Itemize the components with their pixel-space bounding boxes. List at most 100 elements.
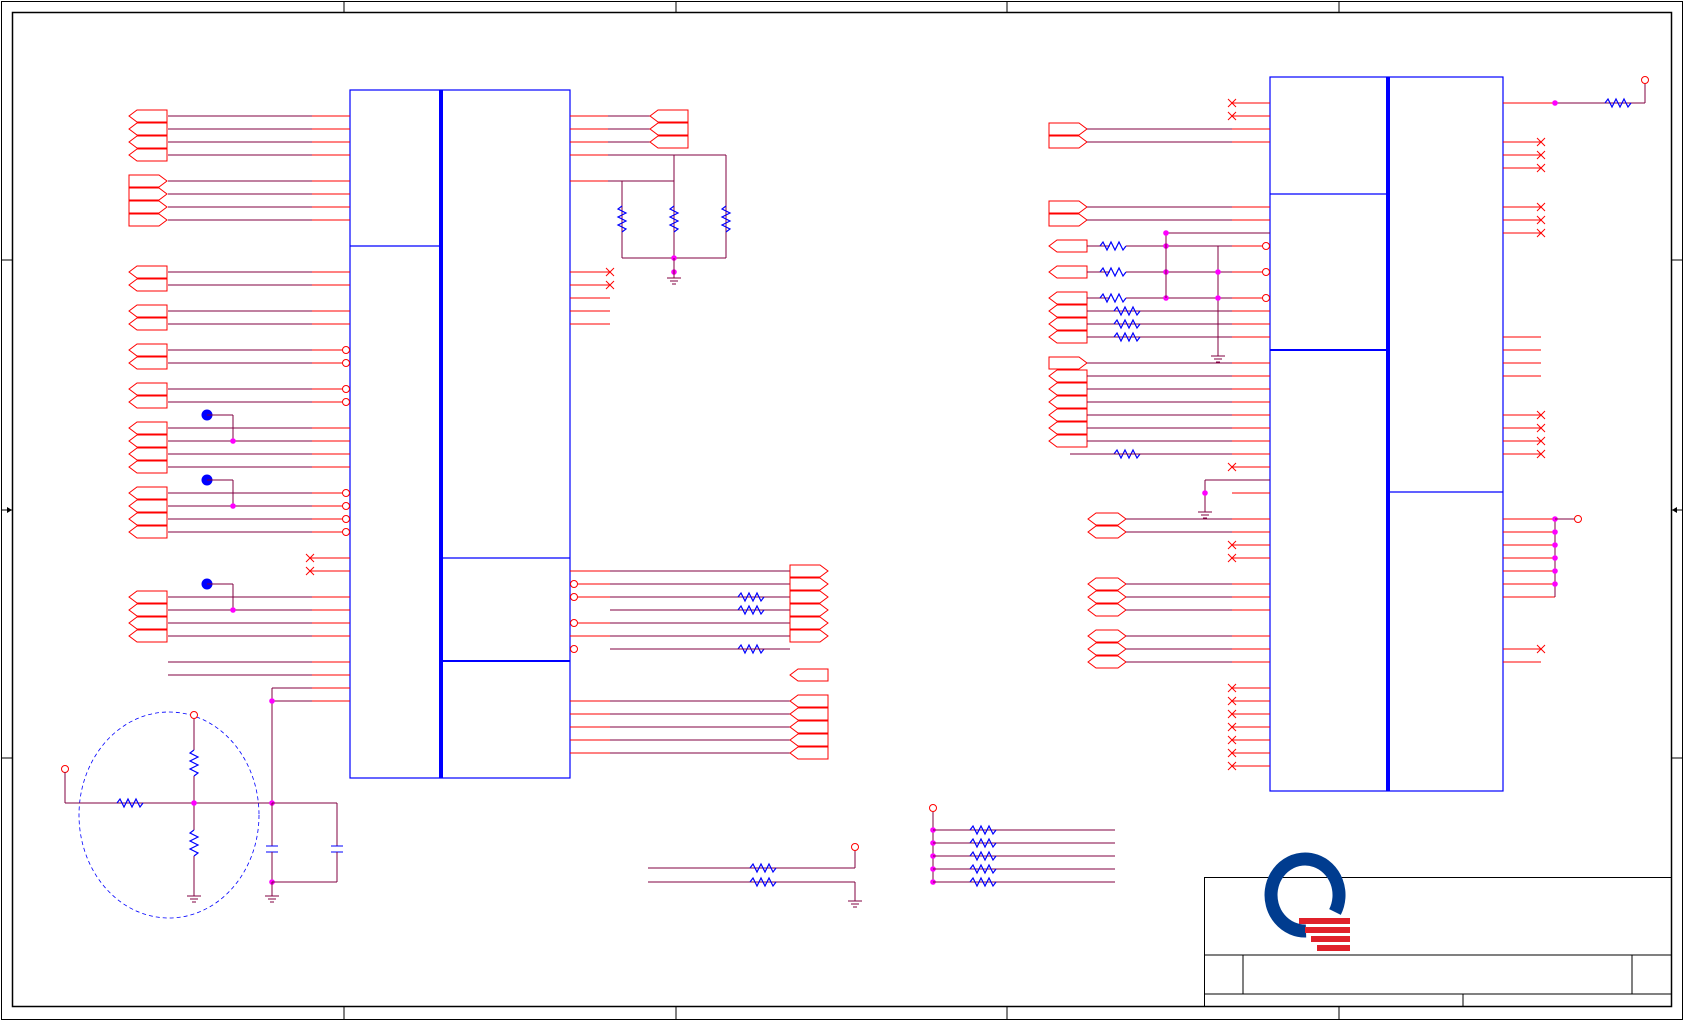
test-point: [342, 528, 350, 536]
junction-dot: [1202, 490, 1208, 496]
offpage-connector: [128, 356, 168, 370]
offpage-connector: [128, 525, 168, 539]
voltage-divider-callout: [78, 711, 260, 919]
junction-dot: [1552, 100, 1558, 106]
test-point: [342, 385, 350, 393]
offpage-connector: [1087, 525, 1127, 539]
offpage-connector: [128, 434, 168, 448]
junction-dot: [230, 438, 236, 444]
left-ic-nets: [128, 109, 829, 805]
test-point: [570, 619, 578, 627]
offpage-connector: [128, 447, 168, 461]
offpage-connector: [1087, 642, 1127, 656]
offpage-connector: [1048, 135, 1088, 149]
junction-dot: [1552, 568, 1558, 574]
junction-dot: [1552, 542, 1558, 548]
offpage-connector: [128, 486, 168, 500]
offpage-connector: [789, 707, 829, 721]
left-ic-symbol[interactable]: [349, 89, 571, 779]
offpage-connector: [1048, 213, 1088, 227]
test-point: [342, 489, 350, 497]
offpage-connector: [1048, 317, 1088, 331]
offpage-connector: [128, 616, 168, 630]
offpage-connector: [789, 564, 829, 578]
offpage-connector: [1048, 122, 1088, 136]
offpage-connector: [649, 122, 689, 136]
offpage-connector: [128, 460, 168, 474]
junction-dot: [191, 800, 197, 806]
test-point: [1641, 76, 1649, 84]
offpage-connector: [128, 109, 168, 123]
offpage-connector: [128, 187, 168, 201]
test-point: [1262, 294, 1270, 302]
junction-dot: [1552, 581, 1558, 587]
test-point: [342, 398, 350, 406]
offpage-connector: [1048, 304, 1088, 318]
offpage-connector: [128, 278, 168, 292]
right-ic-symbol[interactable]: [1269, 76, 1504, 792]
test-point: [1262, 242, 1270, 250]
offpage-connector: [1087, 590, 1127, 604]
zone-arrow-left-icon: [2, 507, 12, 513]
offpage-connector: [1048, 395, 1088, 409]
offpage-connector: [789, 746, 829, 760]
offpage-connector: [128, 629, 168, 643]
quanta-logo-icon: [1264, 852, 1350, 951]
offpage-connector: [1048, 382, 1088, 396]
right-ic-nets: [1048, 76, 1649, 771]
junction-dot: [1215, 269, 1221, 275]
offpage-connector: [789, 603, 829, 617]
offpage-connector: [1048, 265, 1088, 279]
test-point: [570, 593, 578, 601]
offpage-connector: [789, 733, 829, 747]
offpage-connector: [649, 109, 689, 123]
offpage-connector: [649, 135, 689, 149]
ground-symbol: [1210, 349, 1226, 363]
offpage-connector: [1048, 330, 1088, 344]
offpage-connector: [1087, 655, 1127, 669]
offpage-connector: [128, 421, 168, 435]
offpage-connector: [128, 603, 168, 617]
junction-dot: [1552, 529, 1558, 535]
offpage-connector: [128, 590, 168, 604]
junction-dot: [1163, 230, 1169, 236]
ground-symbol: [186, 889, 202, 903]
test-point: [1574, 515, 1582, 523]
offpage-connector: [789, 590, 829, 604]
offpage-connector: [128, 213, 168, 227]
test-point: [190, 711, 198, 719]
offpage-connector: [1087, 629, 1127, 643]
offpage-connector: [128, 512, 168, 526]
offpage-connector: [1048, 369, 1088, 383]
offpage-connector: [128, 343, 168, 357]
test-point: [61, 765, 69, 773]
test-point: [851, 843, 859, 851]
test-point: [570, 580, 578, 588]
offpage-connector: [128, 174, 168, 188]
offpage-connector: [128, 200, 168, 214]
offpage-connector: [789, 668, 829, 682]
junction-dot: [230, 607, 236, 613]
offpage-connector: [128, 382, 168, 396]
offpage-connector: [789, 577, 829, 591]
junction-dot: [230, 503, 236, 509]
ground-symbol: [847, 894, 863, 908]
schematic-sheet: [1, 1, 1683, 1020]
test-point: [342, 359, 350, 367]
junction-dot: [1552, 555, 1558, 561]
offpage-connector: [128, 395, 168, 409]
ground-symbol: [666, 271, 682, 285]
offpage-connector: [128, 317, 168, 331]
misc-circuits: [61, 711, 1115, 908]
offpage-connector: [1048, 291, 1088, 305]
offpage-connector: [789, 616, 829, 630]
offpage-connector: [1048, 356, 1088, 370]
offpage-connector: [1087, 603, 1127, 617]
resistor: [189, 749, 199, 777]
offpage-connector: [1048, 408, 1088, 422]
offpage-connector: [1048, 200, 1088, 214]
drawing-frame: [1, 1, 1683, 1020]
offpage-connector: [128, 304, 168, 318]
zone-arrow-right-icon: [1672, 507, 1682, 513]
offpage-connector: [128, 148, 168, 162]
